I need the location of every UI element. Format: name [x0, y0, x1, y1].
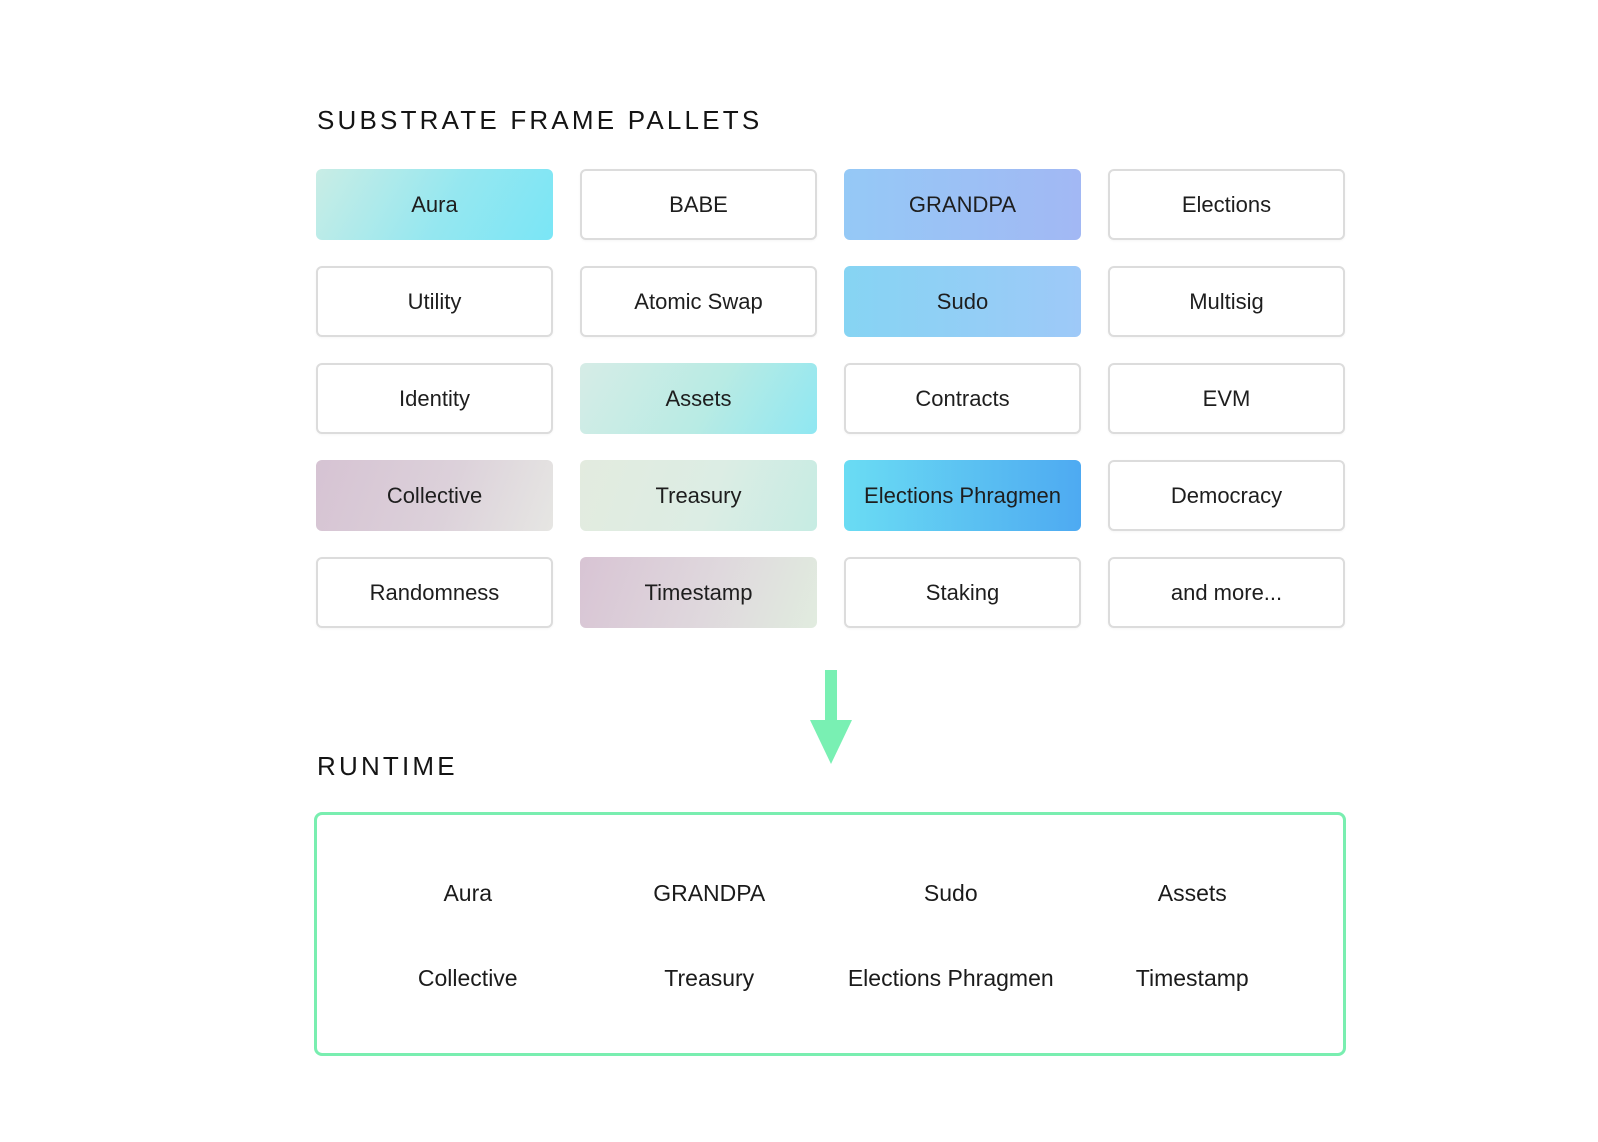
down-arrow-icon — [810, 670, 852, 764]
pallet-elections: Elections — [1108, 169, 1345, 240]
pallet-identity: Identity — [316, 363, 553, 434]
pallet-grid: Aura BABE GRANDPA Elections Utility Atom… — [316, 169, 1372, 628]
pallet-atomic-swap: Atomic Swap — [580, 266, 817, 337]
runtime-section-title: RUNTIME — [317, 751, 458, 781]
runtime-grid: Aura GRANDPA Sudo Assets Collective Trea… — [317, 859, 1343, 1029]
pallet-collective: Collective — [316, 460, 553, 531]
pallets-section-title: SUBSTRATE FRAME PALLETS — [317, 105, 763, 135]
runtime-box: Aura GRANDPA Sudo Assets Collective Trea… — [314, 812, 1346, 1056]
pallet-and-more: and more... — [1108, 557, 1345, 628]
runtime-item-elections-phragmen: Elections Phragmen — [847, 965, 1054, 992]
runtime-item-timestamp: Timestamp — [1135, 965, 1249, 992]
runtime-item-aura: Aura — [443, 880, 493, 907]
pallet-assets: Assets — [580, 363, 817, 434]
runtime-item-collective: Collective — [417, 965, 518, 992]
pallet-sudo: Sudo — [844, 266, 1081, 337]
pallet-utility: Utility — [316, 266, 553, 337]
pallet-elections-phragmen: Elections Phragmen — [844, 460, 1081, 531]
pallet-multisig: Multisig — [1108, 266, 1345, 337]
pallet-staking: Staking — [844, 557, 1081, 628]
pallet-aura: Aura — [316, 169, 553, 240]
pallet-grandpa: GRANDPA — [844, 169, 1081, 240]
arrow-head — [810, 720, 852, 764]
pallet-timestamp: Timestamp — [580, 557, 817, 628]
runtime-item-assets: Assets — [1157, 880, 1227, 907]
runtime-item-grandpa: GRANDPA — [653, 880, 766, 907]
pallet-evm: EVM — [1108, 363, 1345, 434]
pallet-contracts: Contracts — [844, 363, 1081, 434]
runtime-item-sudo: Sudo — [923, 880, 978, 907]
pallet-babe: BABE — [580, 169, 817, 240]
pallet-democracy: Democracy — [1108, 460, 1345, 531]
arrow-shaft — [825, 670, 837, 728]
pallet-treasury: Treasury — [580, 460, 817, 531]
runtime-item-treasury: Treasury — [664, 965, 755, 992]
pallet-randomness: Randomness — [316, 557, 553, 628]
